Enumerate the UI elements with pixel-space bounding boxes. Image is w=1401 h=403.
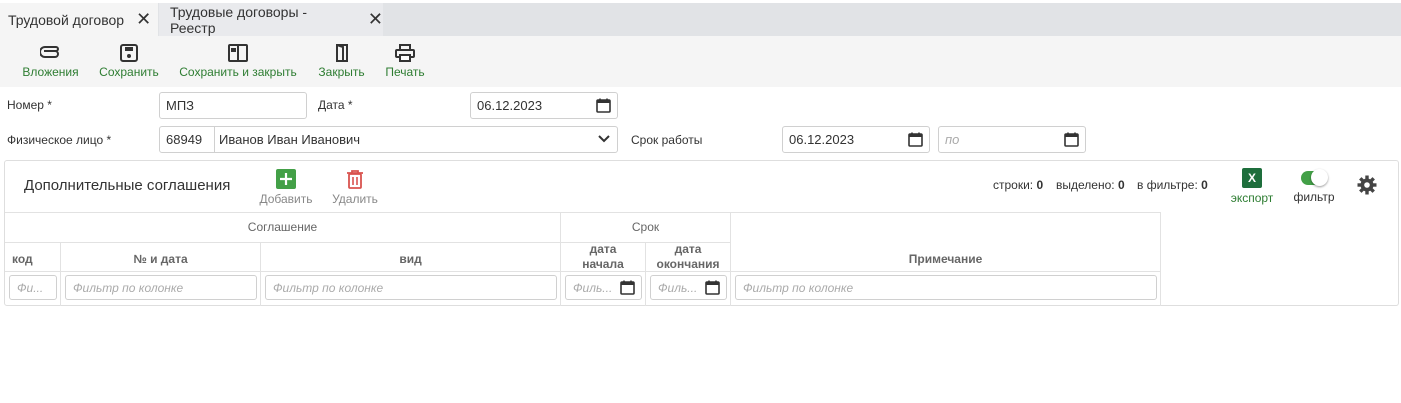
term-label: Срок работы bbox=[631, 133, 703, 147]
group-header-term: Срок bbox=[561, 213, 731, 243]
tab-contracts-registry[interactable]: Трудовые договоры - Реестр ✕ bbox=[159, 3, 383, 36]
column-header-number-date[interactable]: № и дата bbox=[61, 243, 261, 272]
printer-icon bbox=[395, 44, 415, 62]
term-from-value: 06.12.2023 bbox=[789, 132, 855, 147]
filter-end-date-input[interactable]: Филь... bbox=[650, 275, 727, 300]
save-close-icon bbox=[228, 44, 248, 62]
group-header-agreement: Соглашение bbox=[5, 213, 561, 243]
close-label: Закрыть bbox=[318, 65, 365, 79]
tab-label: Трудовой договор bbox=[8, 11, 125, 28]
add-label: Добавить bbox=[259, 192, 313, 206]
calendar-icon[interactable] bbox=[596, 98, 611, 113]
column-header-kind[interactable]: вид bbox=[261, 243, 561, 272]
filter-kind-input[interactable]: Фильтр по колонке bbox=[265, 275, 557, 300]
print-label: Печать bbox=[385, 65, 425, 79]
column-header-note[interactable]: Примечание bbox=[731, 213, 1161, 272]
export-button[interactable]: X экспорт bbox=[1229, 168, 1275, 205]
date-value: 06.12.2023 bbox=[477, 98, 543, 113]
tab-label: Трудовые договоры - Реестр bbox=[170, 3, 308, 36]
term-to-field[interactable]: по bbox=[938, 126, 1086, 153]
column-header-start-date[interactable]: дата начала bbox=[561, 242, 646, 272]
filter-label: фильтр bbox=[1293, 190, 1335, 204]
filter-start-date-input[interactable]: Филь... bbox=[565, 275, 642, 300]
number-label: Номер * bbox=[7, 98, 52, 112]
close-icon[interactable]: ✕ bbox=[368, 9, 383, 30]
calendar-icon[interactable] bbox=[1064, 132, 1079, 147]
save-and-close-button[interactable]: Сохранить и закрыть bbox=[178, 36, 298, 87]
export-label: экспорт bbox=[1230, 191, 1274, 205]
door-icon bbox=[335, 44, 348, 62]
gear-icon[interactable] bbox=[1357, 175, 1377, 195]
column-header-end-date[interactable]: дата окончания bbox=[646, 242, 731, 272]
rows-label: строки: bbox=[993, 178, 1034, 192]
delete-button[interactable]: Удалить bbox=[331, 169, 379, 206]
in-filter-value: 0 bbox=[1201, 178, 1208, 192]
attachments-button[interactable]: Вложения bbox=[22, 36, 79, 87]
filter-note-input[interactable]: Фильтр по колонке bbox=[735, 275, 1157, 300]
tab-labor-contract[interactable]: Трудовой договор ✕ bbox=[0, 3, 158, 36]
calendar-icon[interactable] bbox=[908, 132, 923, 147]
term-to-placeholder: по bbox=[945, 132, 960, 147]
selected-count: выделено: 0 bbox=[1056, 178, 1125, 192]
toggle-knob bbox=[1311, 169, 1328, 186]
filter-placeholder: Филь... bbox=[573, 280, 613, 295]
person-select[interactable]: 68949 Иванов Иван Иванович bbox=[159, 126, 618, 153]
delete-label: Удалить bbox=[332, 192, 378, 206]
plus-icon bbox=[276, 169, 296, 189]
agreements-panel: Дополнительные соглашения Добавить Удали… bbox=[4, 160, 1399, 306]
rows-count: строки: 0 bbox=[993, 178, 1043, 192]
chevron-down-icon[interactable] bbox=[598, 135, 610, 143]
calendar-icon[interactable] bbox=[705, 280, 720, 295]
add-button[interactable]: Добавить bbox=[257, 169, 315, 206]
selected-label: выделено: bbox=[1056, 178, 1115, 192]
agreements-title: Дополнительные соглашения bbox=[24, 177, 231, 194]
date-field[interactable]: 06.12.2023 bbox=[470, 92, 618, 119]
close-button[interactable]: Закрыть bbox=[317, 36, 366, 87]
person-label: Физическое лицо * bbox=[7, 133, 112, 147]
paperclip-icon bbox=[39, 46, 59, 58]
toggle-switch[interactable] bbox=[1301, 169, 1328, 186]
person-code: 68949 bbox=[160, 127, 215, 152]
in-filter-label: в фильтре: bbox=[1137, 178, 1198, 192]
save-and-close-label: Сохранить и закрыть bbox=[179, 65, 297, 79]
column-header-code[interactable]: код bbox=[5, 243, 61, 272]
number-value: МПЗ bbox=[166, 98, 195, 113]
filter-placeholder: Фильтр по колонке bbox=[73, 280, 184, 295]
trash-icon bbox=[347, 170, 363, 189]
calendar-icon[interactable] bbox=[620, 280, 635, 295]
agreements-grid: Соглашение Срок Примечание код № и дата … bbox=[5, 212, 1161, 306]
close-icon[interactable]: ✕ bbox=[136, 9, 151, 30]
in-filter-count: в фильтре: 0 bbox=[1137, 178, 1208, 192]
excel-icon: X bbox=[1242, 168, 1262, 188]
filter-placeholder: Фи... bbox=[17, 280, 44, 295]
filter-placeholder: Филь... bbox=[658, 280, 698, 295]
rows-value: 0 bbox=[1036, 178, 1044, 192]
filter-code-input[interactable]: Фи... bbox=[9, 275, 57, 300]
date-label: Дата * bbox=[318, 98, 353, 112]
floppy-icon bbox=[120, 44, 138, 62]
person-name: Иванов Иван Иванович bbox=[219, 132, 361, 147]
number-field[interactable]: МПЗ bbox=[159, 92, 307, 119]
filter-placeholder: Фильтр по колонке bbox=[743, 280, 854, 295]
toolbar: Вложения Сохранить Сохранить и закрыть З… bbox=[0, 36, 1401, 87]
tab-bar: Трудовой договор ✕ Трудовые договоры - Р… bbox=[0, 3, 1401, 36]
selected-value: 0 bbox=[1117, 178, 1125, 192]
filter-placeholder: Фильтр по колонке bbox=[273, 280, 384, 295]
print-button[interactable]: Печать bbox=[385, 36, 425, 87]
filter-toggle[interactable]: фильтр bbox=[1292, 169, 1336, 204]
term-from-field[interactable]: 06.12.2023 bbox=[782, 126, 930, 153]
filter-number-date-input[interactable]: Фильтр по колонке bbox=[65, 275, 257, 300]
attachments-label: Вложения bbox=[22, 65, 79, 79]
save-button[interactable]: Сохранить bbox=[99, 36, 159, 87]
save-label: Сохранить bbox=[99, 65, 159, 79]
